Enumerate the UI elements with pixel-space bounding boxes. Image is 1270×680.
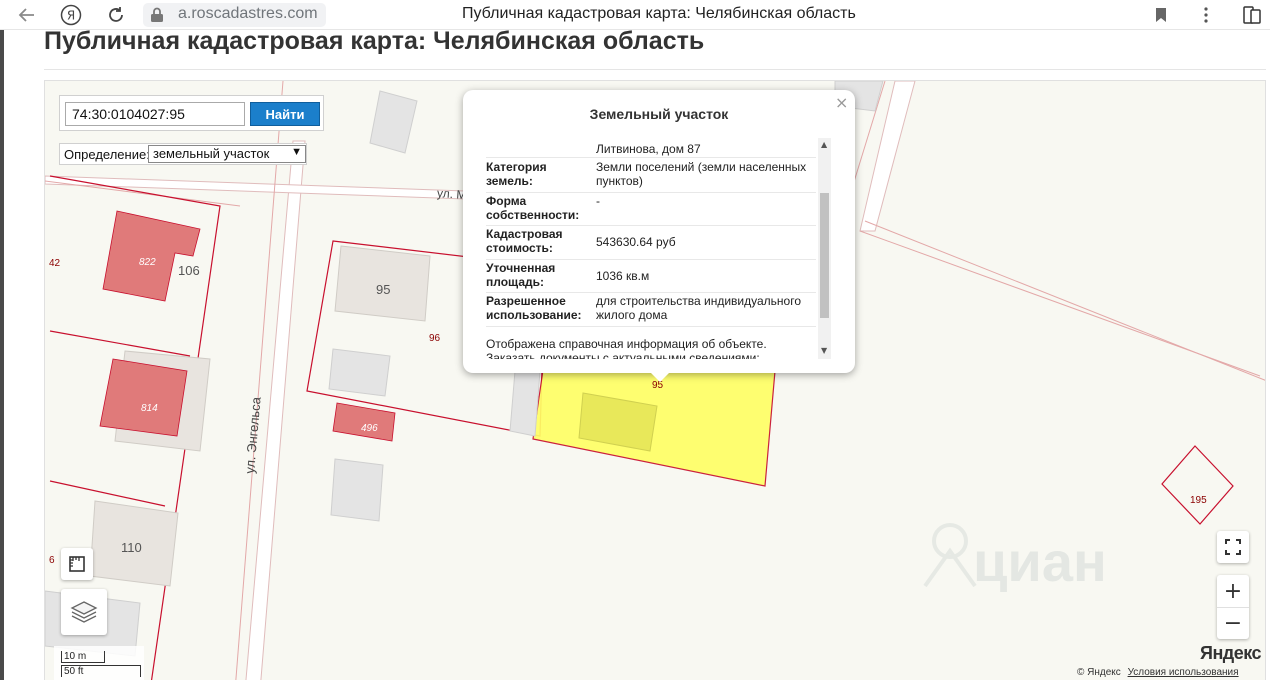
building (334, 245, 431, 322)
info-row: Разрешенное использование: для строитель… (486, 294, 816, 327)
svg-text:Я: Я (67, 9, 75, 23)
info-value: 543630.64 руб (596, 235, 676, 249)
info-key: Разрешенное использование: (486, 294, 582, 322)
definition-panel: Определение: земельный участок ▼ (59, 143, 307, 165)
scale-imperial: 50 ft (61, 665, 141, 677)
info-row: Литвинова, дом 87 (486, 142, 816, 158)
info-value: - (596, 194, 600, 208)
building-822 (102, 210, 201, 302)
definition-select[interactable]: земельный участок ▼ (148, 145, 306, 163)
popup-title: Земельный участок (589, 106, 729, 122)
info-key: Категория земель: (486, 160, 547, 188)
terms-link[interactable]: Условия использования (1128, 667, 1239, 678)
building (328, 348, 391, 397)
fullscreen-icon (1225, 539, 1241, 555)
building-814 (99, 358, 188, 437)
url-text[interactable]: a.roscadastres.com (178, 5, 318, 23)
divider (44, 69, 1266, 70)
menu-dots-icon[interactable] (1194, 3, 1218, 27)
building (330, 458, 384, 522)
reader-mode-icon[interactable] (1240, 3, 1264, 27)
back-arrow-icon[interactable] (15, 3, 39, 27)
parcel-info-popup: × Земельный участок Литвинова, дом 87 Ка… (463, 90, 855, 382)
definition-select-value: земельный участок (153, 146, 270, 161)
popup-body[interactable]: Литвинова, дом 87 Категория земель: Земл… (483, 138, 833, 359)
ruler-icon (69, 556, 85, 572)
info-row: Кадастровая стоимость: 543630.64 руб (486, 227, 816, 260)
scale-metric: 10 m (61, 651, 105, 663)
info-key: Кадастровая стоимость: (486, 227, 563, 255)
address-value: Литвинова, дом 87 (596, 142, 701, 156)
building (509, 370, 541, 437)
info-value: для строительства индивидуального жилого… (596, 294, 802, 322)
scroll-up-icon[interactable]: ▲ (821, 140, 827, 149)
info-key: Форма собственности: (486, 194, 580, 222)
scroll-down-icon[interactable]: ▼ (821, 346, 827, 355)
chevron-down-icon: ▼ (291, 146, 302, 158)
road-engels (245, 140, 306, 680)
definition-label: Определение: (64, 147, 150, 162)
layers-button[interactable] (61, 589, 107, 635)
cadastral-map[interactable]: ул. Энгельса ул. М 42 96 6 195 95 822 81… (44, 80, 1266, 680)
info-value: 1036 кв.м (596, 269, 650, 283)
info-value: Земли поселений (земли населенных пункто… (596, 160, 807, 188)
find-button[interactable]: Найти (250, 102, 320, 126)
tab-title: Публичная кадастровая карта: Челябинская… (462, 5, 856, 22)
zoom-in-button[interactable]: + (1217, 575, 1249, 607)
fullscreen-button[interactable] (1217, 531, 1249, 563)
info-note: Отображена справочная информация об объе… (486, 337, 767, 351)
building (89, 500, 179, 587)
layers-icon (70, 601, 98, 623)
search-panel: Найти (59, 95, 324, 131)
cadastral-number-input[interactable] (65, 102, 245, 126)
info-key: Уточненная площадь: (486, 261, 556, 289)
map-attribution: © Яндекс Условия использования (1077, 667, 1239, 678)
building-496 (332, 402, 396, 442)
popup-scrollbar[interactable]: ▲ ▼ (818, 138, 831, 359)
order-documents-link[interactable]: Заказать документы с актуальными сведени… (486, 351, 816, 359)
copyright-text: © Яндекс (1077, 667, 1121, 678)
info-row: Категория земель: Земли поселений (земли… (486, 160, 816, 193)
info-row: Уточненная площадь: 1036 кв.м (486, 261, 816, 293)
zoom-out-button[interactable]: − (1217, 607, 1249, 639)
ruler-button[interactable] (61, 548, 93, 580)
bookmark-icon[interactable] (1149, 3, 1173, 27)
lock-icon (145, 3, 169, 27)
scrollbar-thumb[interactable] (820, 193, 829, 318)
watermark-logo (923, 523, 977, 588)
building (369, 90, 418, 154)
reload-icon[interactable] (104, 3, 128, 27)
window-edge (0, 30, 4, 680)
zoom-control: + − (1217, 575, 1249, 639)
info-row: Форма собственности: - (486, 194, 816, 226)
yandex-logo: Яндекс (1200, 643, 1262, 663)
road-m (45, 175, 466, 200)
popup-tail (649, 371, 671, 382)
parcel-195-outline (1161, 445, 1234, 525)
yandex-browser-icon[interactable]: Я (59, 3, 83, 27)
page-title: Публичная кадастровая карта: Челябинская… (44, 27, 705, 55)
scale-bar: 10 m 50 ft (54, 646, 144, 680)
